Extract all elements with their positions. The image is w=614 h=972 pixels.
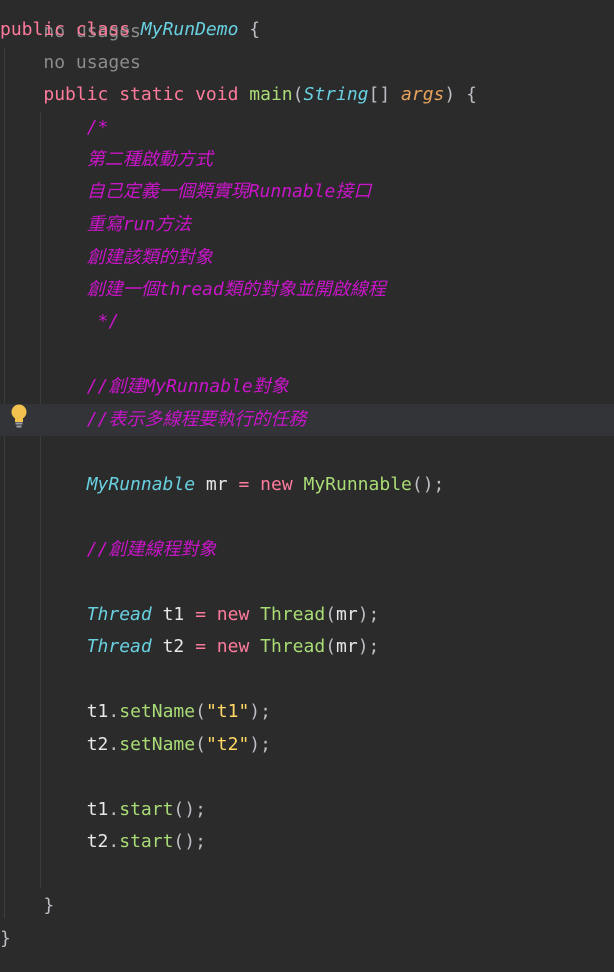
class-keyword: public class: [0, 19, 131, 40]
comment-text: 第二種啟動方式: [86, 149, 213, 170]
comment-text: 創建該類的對象: [86, 247, 213, 268]
call-parens: ();: [411, 474, 445, 495]
comment-text: 自己定義一個類實現Runnable接口: [86, 181, 372, 202]
start-method[interactable]: start: [119, 831, 173, 852]
thread-var[interactable]: t1: [163, 604, 185, 625]
comment-text: //表示多線程要執行的任務: [86, 409, 307, 430]
paren-close: );: [357, 636, 380, 657]
line-class-close[interactable]: }: [0, 923, 614, 955]
line-method-hint: no usages: [0, 47, 614, 79]
comment-text: //創建線程對象: [86, 539, 217, 560]
line-runnable-decl[interactable]: MyRunnable mr = new MyRunnable();: [0, 469, 614, 501]
open-brace: {: [249, 19, 261, 40]
line-class-decl[interactable]: public class MyRunDemo {: [0, 14, 614, 46]
code-editor[interactable]: no usages public class MyRunDemo { no us…: [0, 0, 614, 972]
line-setname-t2[interactable]: t2.setName("t2");: [0, 729, 614, 761]
new-keyword: new: [260, 474, 293, 495]
runnable-var[interactable]: mr: [206, 474, 228, 495]
new-keyword: new: [216, 604, 250, 625]
param-close: ): [444, 84, 456, 105]
setname-method[interactable]: setName: [119, 734, 195, 755]
thread-type[interactable]: Thread: [87, 604, 152, 625]
comment-text: 重寫run方法: [86, 214, 192, 235]
comment-text: 創建一個thread類的對象並開啟線程: [86, 279, 386, 300]
assign-op: =: [238, 474, 250, 495]
thread-arg[interactable]: mr: [336, 604, 358, 625]
param-open: (: [292, 84, 304, 105]
method-name[interactable]: main: [249, 84, 292, 105]
comment-line[interactable]: //創建線程對象: [0, 534, 614, 566]
paren-close: );: [357, 604, 380, 625]
class-close-brace: }: [0, 928, 11, 949]
dot: .: [108, 701, 120, 722]
line-method-close[interactable]: }: [0, 890, 614, 922]
thread-var[interactable]: t1: [87, 701, 109, 722]
thread-arg[interactable]: mr: [336, 636, 358, 657]
call-parens: ();: [173, 799, 206, 820]
string-literal[interactable]: "t2": [206, 734, 249, 755]
method-modifiers: public static void: [43, 84, 239, 105]
usage-hint-method[interactable]: no usages: [43, 52, 141, 73]
paren-close: );: [249, 734, 271, 755]
lightbulb-icon[interactable]: [8, 403, 30, 429]
thread-type[interactable]: Thread: [87, 636, 152, 657]
comment-line[interactable]: 創建該類的對象: [0, 242, 614, 274]
param-type[interactable]: String: [303, 84, 368, 105]
comment-line[interactable]: /*: [0, 112, 614, 144]
method-open-brace: {: [466, 84, 477, 105]
line-setname-t1[interactable]: t1.setName("t1");: [0, 696, 614, 728]
thread-var[interactable]: t2: [87, 831, 109, 852]
comment-line[interactable]: 自己定義一個類實現Runnable接口: [0, 176, 614, 208]
comment-line[interactable]: */: [0, 306, 614, 338]
class-name[interactable]: MyRunDemo: [141, 19, 239, 40]
comment-line[interactable]: 第二種啟動方式: [0, 144, 614, 176]
dot: .: [108, 831, 120, 852]
paren-close: );: [249, 701, 271, 722]
paren-open: (: [325, 604, 337, 625]
comment-line[interactable]: //創建MyRunnable對象: [0, 371, 614, 403]
method-close-brace: }: [43, 895, 55, 916]
dot: .: [108, 734, 120, 755]
comment-line[interactable]: 創建一個thread類的對象並開啟線程: [0, 274, 614, 306]
thread-constructor[interactable]: Thread: [260, 604, 325, 625]
paren-open: (: [195, 734, 206, 755]
assign-op: =: [195, 604, 206, 625]
thread-var[interactable]: t2: [87, 734, 109, 755]
runnable-constructor[interactable]: MyRunnable: [304, 474, 412, 495]
comment-text: */: [86, 311, 120, 332]
runnable-type[interactable]: MyRunnable: [87, 474, 195, 495]
line-thread-t1[interactable]: Thread t1 = new Thread(mr);: [0, 599, 614, 631]
thread-constructor[interactable]: Thread: [260, 636, 325, 657]
dot: .: [108, 799, 120, 820]
setname-method[interactable]: setName: [119, 701, 195, 722]
start-method[interactable]: start: [119, 799, 173, 820]
assign-op: =: [195, 636, 206, 657]
string-literal[interactable]: "t1": [206, 701, 249, 722]
comment-text: /*: [86, 117, 109, 138]
param-name[interactable]: args: [401, 84, 444, 105]
new-keyword: new: [216, 636, 250, 657]
line-main-decl[interactable]: public static void main(String[] args) {: [0, 79, 614, 111]
call-parens: ();: [173, 831, 206, 852]
comment-line[interactable]: 重寫run方法: [0, 209, 614, 241]
comment-text: //創建MyRunnable對象: [86, 376, 289, 397]
current-line[interactable]: //表示多線程要執行的任務: [0, 404, 614, 436]
line-start-t1[interactable]: t1.start();: [0, 794, 614, 826]
thread-var[interactable]: t1: [87, 799, 109, 820]
paren-open: (: [325, 636, 337, 657]
paren-open: (: [195, 701, 206, 722]
param-brackets: []: [368, 84, 391, 105]
line-thread-t2[interactable]: Thread t2 = new Thread(mr);: [0, 631, 614, 663]
line-start-t2[interactable]: t2.start();: [0, 826, 614, 858]
thread-var[interactable]: t2: [163, 636, 185, 657]
